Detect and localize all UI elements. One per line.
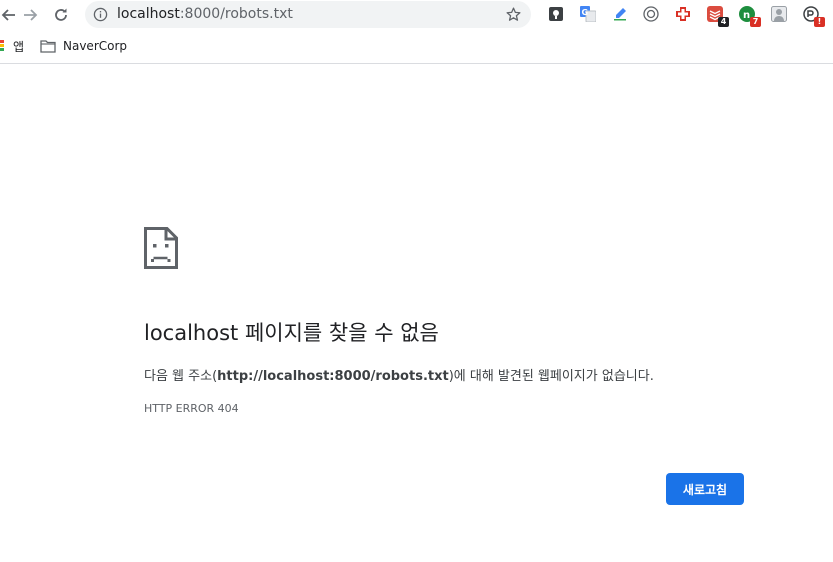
address-bar[interactable]: localhost:8000/robots.txt [85, 1, 531, 28]
alert-ext-badge: ! [814, 17, 825, 27]
desc-url: http://localhost:8000/robots.txt [217, 369, 449, 384]
pocket-icon[interactable] [643, 6, 659, 22]
error-code: HTTP ERROR 404 [144, 402, 239, 415]
error-headline: localhost 페이지를 찾을 수 없음 [144, 317, 439, 347]
forward-arrow-icon [24, 9, 38, 21]
info-icon[interactable] [93, 7, 108, 22]
todoist-badge: 4 [718, 17, 729, 27]
translate-icon[interactable]: G [580, 6, 597, 23]
green-ext-badge: 7 [750, 17, 761, 27]
todoist-icon[interactable]: 4 [707, 6, 729, 27]
svg-text:G: G [582, 8, 589, 17]
url-host: localhost [117, 6, 180, 22]
keep-icon[interactable] [548, 6, 564, 22]
apps-grid-icon [0, 40, 4, 52]
apps-label: 앱 [13, 39, 25, 54]
bookmark-folder-navercorp[interactable]: NaverCorp [40, 38, 127, 54]
bookmark-star-icon[interactable] [505, 6, 522, 23]
back-arrow-icon [1, 9, 15, 21]
green-ext-icon[interactable]: n 7 [739, 6, 761, 27]
headline-suffix: 페이지를 찾을 수 없음 [238, 321, 439, 345]
desc-prefix: 다음 웹 주소( [144, 369, 218, 384]
bookmarks-bar: 앱 NaverCorp [0, 33, 833, 64]
refresh-icon [55, 8, 67, 21]
apps-shortcut[interactable]: 앱 [0, 38, 24, 54]
reload-toolbar-button[interactable] [50, 4, 72, 26]
browser-toolbar: localhost:8000/robots.txt G 4 n 7 ! [0, 0, 833, 30]
url-text[interactable]: localhost:8000/robots.txt [117, 6, 293, 22]
forward-button[interactable] [19, 4, 41, 26]
folder-label: NaverCorp [63, 39, 128, 53]
pen-icon[interactable] [612, 6, 628, 22]
reload-button[interactable]: 새로고침 [666, 473, 744, 505]
alert-ext-icon[interactable]: ! [803, 6, 825, 27]
sad-document-icon [144, 227, 178, 269]
error-description: 다음 웹 주소(http://localhost:8000/robots.txt… [144, 365, 654, 384]
headline-host: localhost [144, 321, 239, 345]
health-cross-icon[interactable] [675, 6, 691, 22]
folder-icon [40, 40, 56, 53]
profile-ext-icon[interactable] [771, 6, 787, 22]
error-content: localhost 페이지를 찾을 수 없음 다음 웹 주소(http://lo… [144, 227, 764, 415]
desc-suffix: )에 대해 발견된 웹페이지가 없습니다. [448, 369, 654, 384]
back-button[interactable] [0, 4, 20, 26]
url-path: :8000/robots.txt [179, 6, 293, 22]
